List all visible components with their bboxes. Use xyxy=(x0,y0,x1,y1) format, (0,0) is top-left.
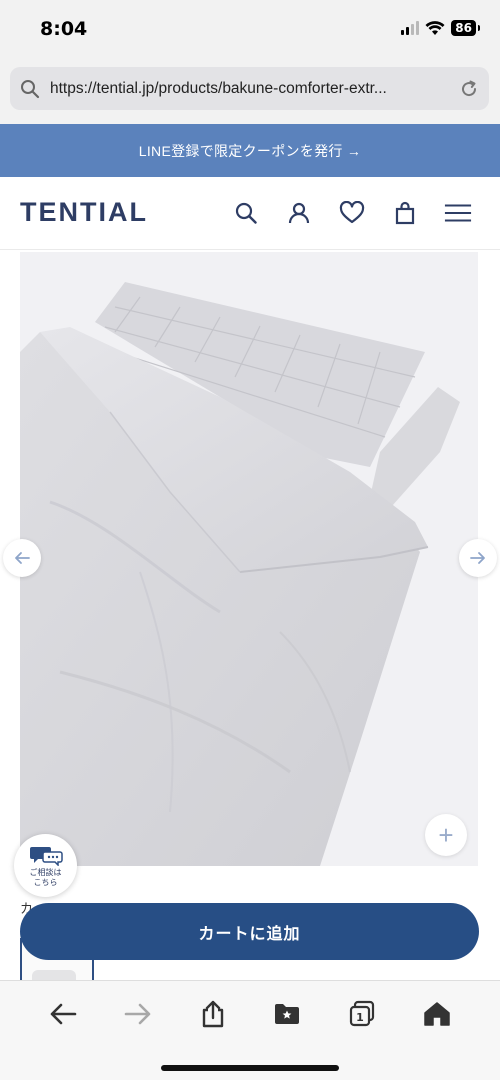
reload-icon[interactable] xyxy=(449,79,489,99)
forward-icon[interactable] xyxy=(120,996,156,1032)
status-icons: 86 xyxy=(401,20,480,36)
tabs-count: 1 xyxy=(356,1011,364,1024)
menu-icon[interactable] xyxy=(444,199,472,227)
prev-image-button[interactable] xyxy=(3,539,41,577)
address-url[interactable]: https://tential.jp/products/bakune-comfo… xyxy=(50,80,449,98)
plus-icon: + xyxy=(438,820,454,850)
status-time: 8:04 xyxy=(40,18,88,40)
zoom-button[interactable]: + xyxy=(425,814,467,856)
account-icon[interactable] xyxy=(285,199,313,227)
chat-icon xyxy=(29,846,63,866)
add-to-cart-button[interactable]: カートに追加 xyxy=(20,903,479,960)
back-icon[interactable] xyxy=(45,996,81,1032)
line-coupon-banner[interactable]: LINE登録で限定クーポンを発行 → xyxy=(0,124,500,177)
share-icon[interactable] xyxy=(195,996,231,1032)
bookmarks-icon[interactable] xyxy=(269,996,305,1032)
wifi-icon xyxy=(425,20,445,35)
consult-chat-button[interactable]: ご相談は こちら xyxy=(14,834,77,897)
consult-label-line1: ご相談は xyxy=(29,867,62,877)
tabs-icon[interactable]: 1 xyxy=(344,996,380,1032)
search-icon xyxy=(10,79,50,99)
consult-label: ご相談は こちら xyxy=(30,868,62,888)
next-image-button[interactable] xyxy=(459,539,497,577)
address-bar[interactable]: https://tential.jp/products/bakune-comfo… xyxy=(10,67,489,110)
search-icon[interactable] xyxy=(232,199,260,227)
browser-toolbar: 1 xyxy=(0,980,500,1080)
line-banner-text: LINE登録で限定クーポンを発行 → xyxy=(138,142,362,159)
battery-indicator: 86 xyxy=(451,20,480,36)
tential-logo[interactable]: TENTIAL xyxy=(20,197,148,228)
header-icon-group xyxy=(232,199,472,227)
signal-icon xyxy=(401,21,420,35)
site-header: TENTIAL xyxy=(0,177,500,250)
product-gallery: + xyxy=(0,252,500,868)
consult-label-line2: こちら xyxy=(33,877,58,887)
browser-address-area: https://tential.jp/products/bakune-comfo… xyxy=(0,60,500,124)
bag-icon[interactable] xyxy=(391,199,419,227)
thumbnail-image xyxy=(32,970,76,980)
heart-icon[interactable] xyxy=(338,199,366,227)
comforter-product-image[interactable] xyxy=(20,252,478,866)
home-indicator xyxy=(161,1065,339,1071)
home-icon[interactable] xyxy=(419,996,455,1032)
status-bar: 8:04 86 xyxy=(0,0,500,60)
